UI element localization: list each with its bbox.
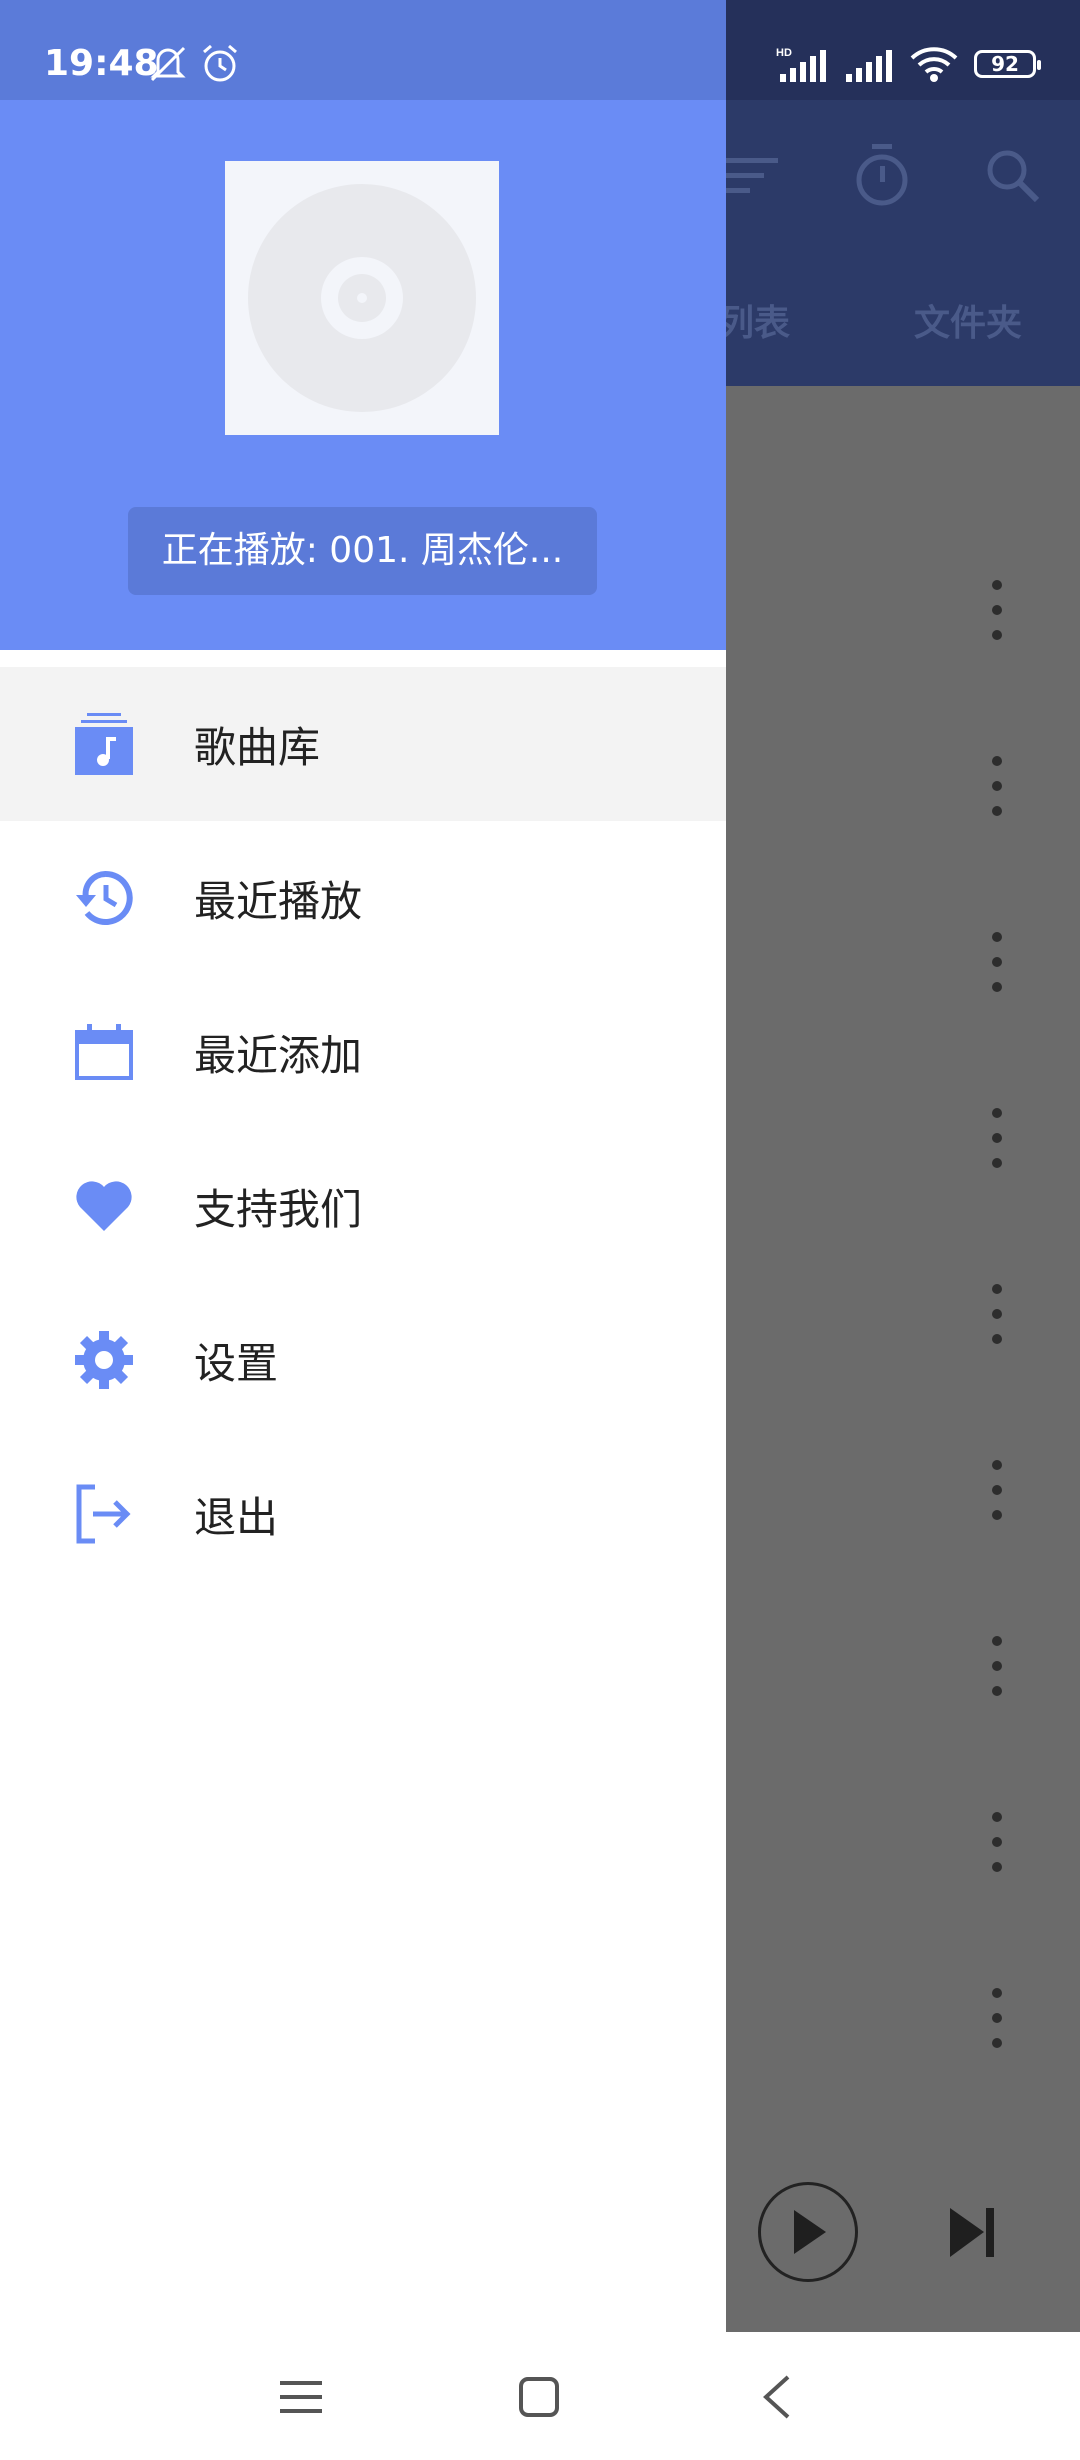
heart-icon [72,1174,136,1238]
menu-item-settings[interactable]: 设置 [0,1283,726,1437]
menu-item-label: 最近添加 [194,1030,363,1080]
wifi-icon [910,47,958,82]
navigation-drawer: 正在播放: 001. 周杰伦... 歌曲库 最近播放 最近添加 支持我们 设置 … [0,0,726,2332]
overflow-menu-icon[interactable] [987,580,1007,640]
history-icon [72,866,136,930]
play-button[interactable] [758,2182,858,2282]
nav-home-button[interactable] [504,2362,574,2432]
tab-folders[interactable]: 文件夹 [914,294,1022,346]
gear-icon [72,1328,136,1392]
overflow-menu-icon[interactable] [987,1636,1007,1696]
menu-item-label: 退出 [194,1492,279,1542]
overflow-menu-icon[interactable] [987,1988,1007,2048]
music-library-icon [72,712,136,776]
overflow-menu-icon[interactable] [987,1812,1007,1872]
svg-text:HD: HD [776,47,792,59]
hd-signal-icon: HD [776,47,826,82]
system-navigation-bar [0,2332,1080,2460]
menu-item-library[interactable]: 歌曲库 [0,667,726,821]
alarm-icon [203,44,237,82]
overflow-menu-icon[interactable] [987,756,1007,816]
timer-icon[interactable] [855,144,909,206]
signal-icon [846,50,892,82]
status-system-icons: HD 92 [776,46,1041,82]
now-playing-label[interactable]: 正在播放: 001. 周杰伦... [128,507,597,595]
menu-item-label: 歌曲库 [194,722,321,772]
play-icon [794,2210,826,2254]
back-chevron-icon [763,2375,790,2419]
tab-playlists[interactable]: 列表 [718,294,790,346]
home-square-icon [519,2377,559,2417]
skip-next-icon[interactable] [948,2205,998,2260]
drawer-menu: 歌曲库 最近播放 最近添加 支持我们 设置 退出 [0,667,726,1591]
album-art[interactable] [225,161,499,435]
nav-recents-button[interactable] [266,2362,336,2432]
menu-item-exit[interactable]: 退出 [0,1437,726,1591]
bell-off-icon [150,46,186,82]
menu-lines-icon [280,2381,322,2413]
exit-icon [72,1482,136,1546]
menu-item-recently-added[interactable]: 最近添加 [0,975,726,1129]
status-bar: 19:48 HD 92 [0,0,1080,100]
vinyl-record-icon [248,184,476,412]
menu-item-label: 设置 [194,1338,279,1388]
overflow-menu-icon[interactable] [987,932,1007,992]
menu-item-recently-played[interactable]: 最近播放 [0,821,726,975]
menu-item-label: 最近播放 [194,876,363,926]
calendar-icon [72,1020,136,1084]
battery-icon: 92 [974,50,1041,78]
menu-item-label: 支持我们 [194,1184,363,1234]
overflow-menu-icon[interactable] [987,1108,1007,1168]
status-time: 19:48 [44,43,159,84]
sort-icon[interactable] [724,156,780,196]
status-notification-icons [150,44,240,84]
nav-back-button[interactable] [742,2362,812,2432]
search-icon[interactable] [985,148,1041,204]
overflow-menu-icon[interactable] [987,1284,1007,1344]
overflow-menu-icon[interactable] [987,1460,1007,1520]
menu-item-support-us[interactable]: 支持我们 [0,1129,726,1283]
